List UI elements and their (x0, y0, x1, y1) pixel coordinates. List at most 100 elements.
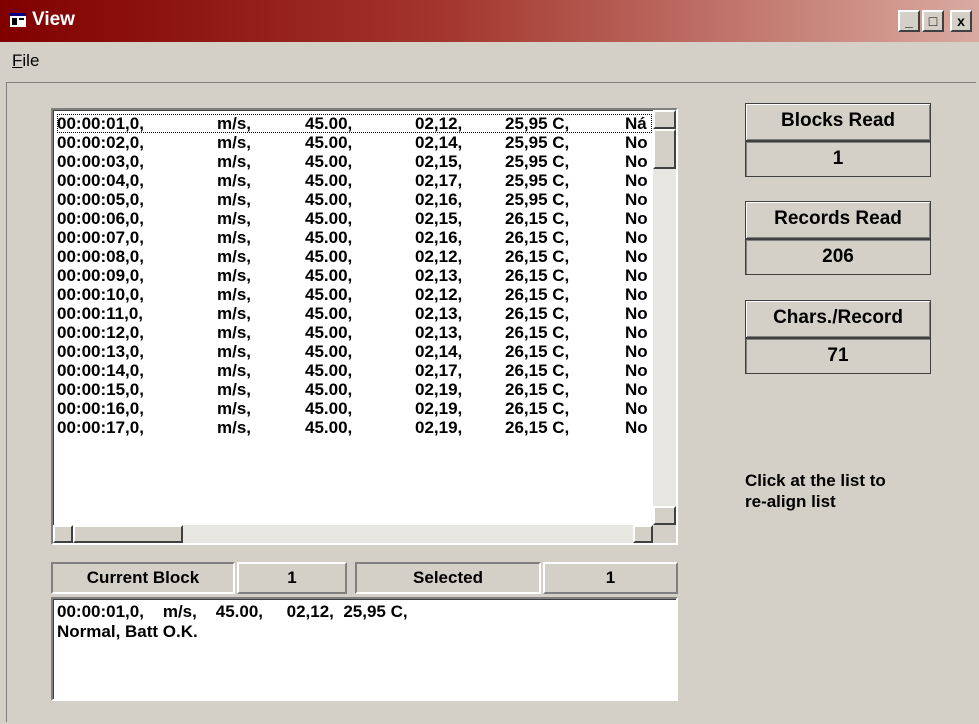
list-cell: 00:00:04,0, (57, 171, 144, 190)
list-item[interactable]: 00:00:02,0, m/s, 45.00, 02,14, 25,95 C, No (57, 133, 652, 152)
hint-line-1: Click at the list to (745, 471, 886, 490)
list-cell: m/s, (217, 114, 252, 133)
list-cell: 02,15, (415, 152, 463, 171)
list-cell: 45.00, (305, 399, 353, 418)
scroll-up-button[interactable] (653, 110, 676, 129)
list-cell: 45.00, (305, 285, 353, 304)
list-item[interactable]: 00:00:10,0, m/s, 45.00, 02,12, 26,15 C, No (57, 285, 652, 304)
blocks-read-label: Blocks Read (745, 103, 931, 141)
list-cell: 45.00, (305, 228, 353, 247)
list-cell: 02,19, (415, 418, 463, 437)
records-read-value: 206 (745, 239, 931, 275)
list-item[interactable]: 00:00:07,0, m/s, 45.00, 02,16, 26,15 C, No (57, 228, 652, 247)
scroll-left-button[interactable] (53, 525, 73, 543)
view-app-icon (10, 13, 26, 27)
list-item[interactable]: 00:00:05,0, m/s, 45.00, 02,16, 25,95 C, No (57, 190, 652, 209)
list-cell: 26,15 C, (505, 399, 570, 418)
list-item[interactable]: 00:00:03,0, m/s, 45.00, 02,15, 25,95 C, No (57, 152, 652, 171)
horizontal-scroll-thumb[interactable] (73, 525, 183, 543)
selected-record-detail[interactable]: 00:00:01,0, m/s, 45.00, 02,12, 25,95 C, N… (51, 597, 678, 701)
list-cell: 26,15 C, (505, 323, 570, 342)
list-cell: No (625, 247, 648, 266)
list-cell: 25,95 C, (505, 152, 570, 171)
list-cell: 45.00, (305, 304, 353, 323)
list-cell: 45.00, (305, 133, 353, 152)
list-cell: 02,17, (415, 171, 463, 190)
list-item[interactable]: 00:00:13,0, m/s, 45.00, 02,14, 26,15 C, No (57, 342, 652, 361)
list-cell: m/s, (217, 190, 252, 209)
list-cell: 02,15, (415, 209, 463, 228)
records-list[interactable]: 00:00:01,0, m/s, 45.00, 02,12, 25,95 C, Ná 00:… (57, 114, 652, 526)
detail-line-2: Normal, Batt O.K. (57, 622, 198, 641)
list-cell: 45.00, (305, 323, 353, 342)
vertical-scrollbar[interactable] (653, 110, 676, 525)
selected-label: Selected (355, 562, 541, 594)
list-cell: No (625, 190, 648, 209)
list-cell: 00:00:03,0, (57, 152, 144, 171)
horizontal-scrollbar[interactable] (53, 525, 653, 543)
close-button[interactable]: x (950, 10, 972, 32)
list-cell: 00:00:15,0, (57, 380, 144, 399)
list-cell: 00:00:05,0, (57, 190, 144, 209)
list-cell: No (625, 361, 648, 380)
detail-line-1: 00:00:01,0, m/s, 45.00, 02,12, 25,95 C, (57, 602, 408, 621)
list-cell: 00:00:12,0, (57, 323, 144, 342)
list-cell: 26,15 C, (505, 209, 570, 228)
list-cell: m/s, (217, 285, 252, 304)
list-item[interactable]: 00:00:11,0, m/s, 45.00, 02,13, 26,15 C, No (57, 304, 652, 323)
list-item[interactable]: 00:00:15,0, m/s, 45.00, 02,19, 26,15 C, No (57, 380, 652, 399)
menu-file[interactable]: File (12, 51, 39, 71)
list-item[interactable]: 00:00:06,0, m/s, 45.00, 02,15, 26,15 C, No (57, 209, 652, 228)
list-cell: m/s, (217, 418, 252, 437)
hint-line-2: re-align list (745, 492, 836, 511)
list-cell: Ná (625, 114, 647, 133)
list-cell: 02,13, (415, 304, 463, 323)
minimize-button[interactable]: _ (898, 10, 920, 32)
list-item[interactable]: 00:00:08,0, m/s, 45.00, 02,12, 26,15 C, No (57, 247, 652, 266)
list-cell: 25,95 C, (505, 133, 570, 152)
list-cell: 02,19, (415, 380, 463, 399)
list-cell: 00:00:13,0, (57, 342, 144, 361)
list-cell: 45.00, (305, 152, 353, 171)
list-item[interactable]: 00:00:14,0, m/s, 45.00, 02,17, 26,15 C, No (57, 361, 652, 380)
list-cell: 02,14, (415, 342, 463, 361)
list-cell: No (625, 171, 648, 190)
chars-per-record-label: Chars./Record (745, 300, 931, 338)
list-item[interactable]: 00:00:16,0, m/s, 45.00, 02,19, 26,15 C, No (57, 399, 652, 418)
list-cell: 00:00:16,0, (57, 399, 144, 418)
scroll-down-button[interactable] (653, 506, 676, 525)
list-cell: No (625, 266, 648, 285)
list-cell: 26,15 C, (505, 361, 570, 380)
list-cell: 45.00, (305, 209, 353, 228)
list-cell: 00:00:11,0, (57, 304, 144, 323)
records-listbox[interactable]: 00:00:01,0, m/s, 45.00, 02,12, 25,95 C, Ná 00:… (51, 108, 678, 545)
list-cell: No (625, 209, 648, 228)
list-cell: 26,15 C, (505, 247, 570, 266)
list-item[interactable]: 00:00:12,0, m/s, 45.00, 02,13, 26,15 C, No (57, 323, 652, 342)
list-cell: 00:00:01,0, (57, 114, 144, 133)
list-cell: 45.00, (305, 190, 353, 209)
list-cell: No (625, 342, 648, 361)
maximize-button[interactable]: □ (922, 10, 944, 32)
list-cell: 00:00:08,0, (57, 247, 144, 266)
list-cell: No (625, 285, 648, 304)
list-cell: 00:00:09,0, (57, 266, 144, 285)
list-cell: m/s, (217, 247, 252, 266)
vertical-scroll-thumb[interactable] (653, 129, 676, 169)
list-item[interactable]: 00:00:01,0, m/s, 45.00, 02,12, 25,95 C, Ná (57, 114, 652, 133)
selected-value: 1 (543, 562, 678, 594)
list-cell: 45.00, (305, 380, 353, 399)
scrollbar-corner (653, 525, 676, 543)
list-cell: 45.00, (305, 342, 353, 361)
list-cell: 45.00, (305, 266, 353, 285)
scroll-right-button[interactable] (633, 525, 653, 543)
list-cell: 26,15 C, (505, 266, 570, 285)
list-cell: 00:00:06,0, (57, 209, 144, 228)
list-item[interactable]: 00:00:09,0, m/s, 45.00, 02,13, 26,15 C, No (57, 266, 652, 285)
list-item[interactable]: 00:00:04,0, m/s, 45.00, 02,17, 25,95 C, No (57, 171, 652, 190)
title-bar[interactable]: View _ □ x (0, 0, 979, 42)
records-read-label: Records Read (745, 201, 931, 239)
blocks-read-value: 1 (745, 141, 931, 177)
list-cell: m/s, (217, 228, 252, 247)
list-item[interactable]: 00:00:17,0, m/s, 45.00, 02,19, 26,15 C, No (57, 418, 652, 437)
